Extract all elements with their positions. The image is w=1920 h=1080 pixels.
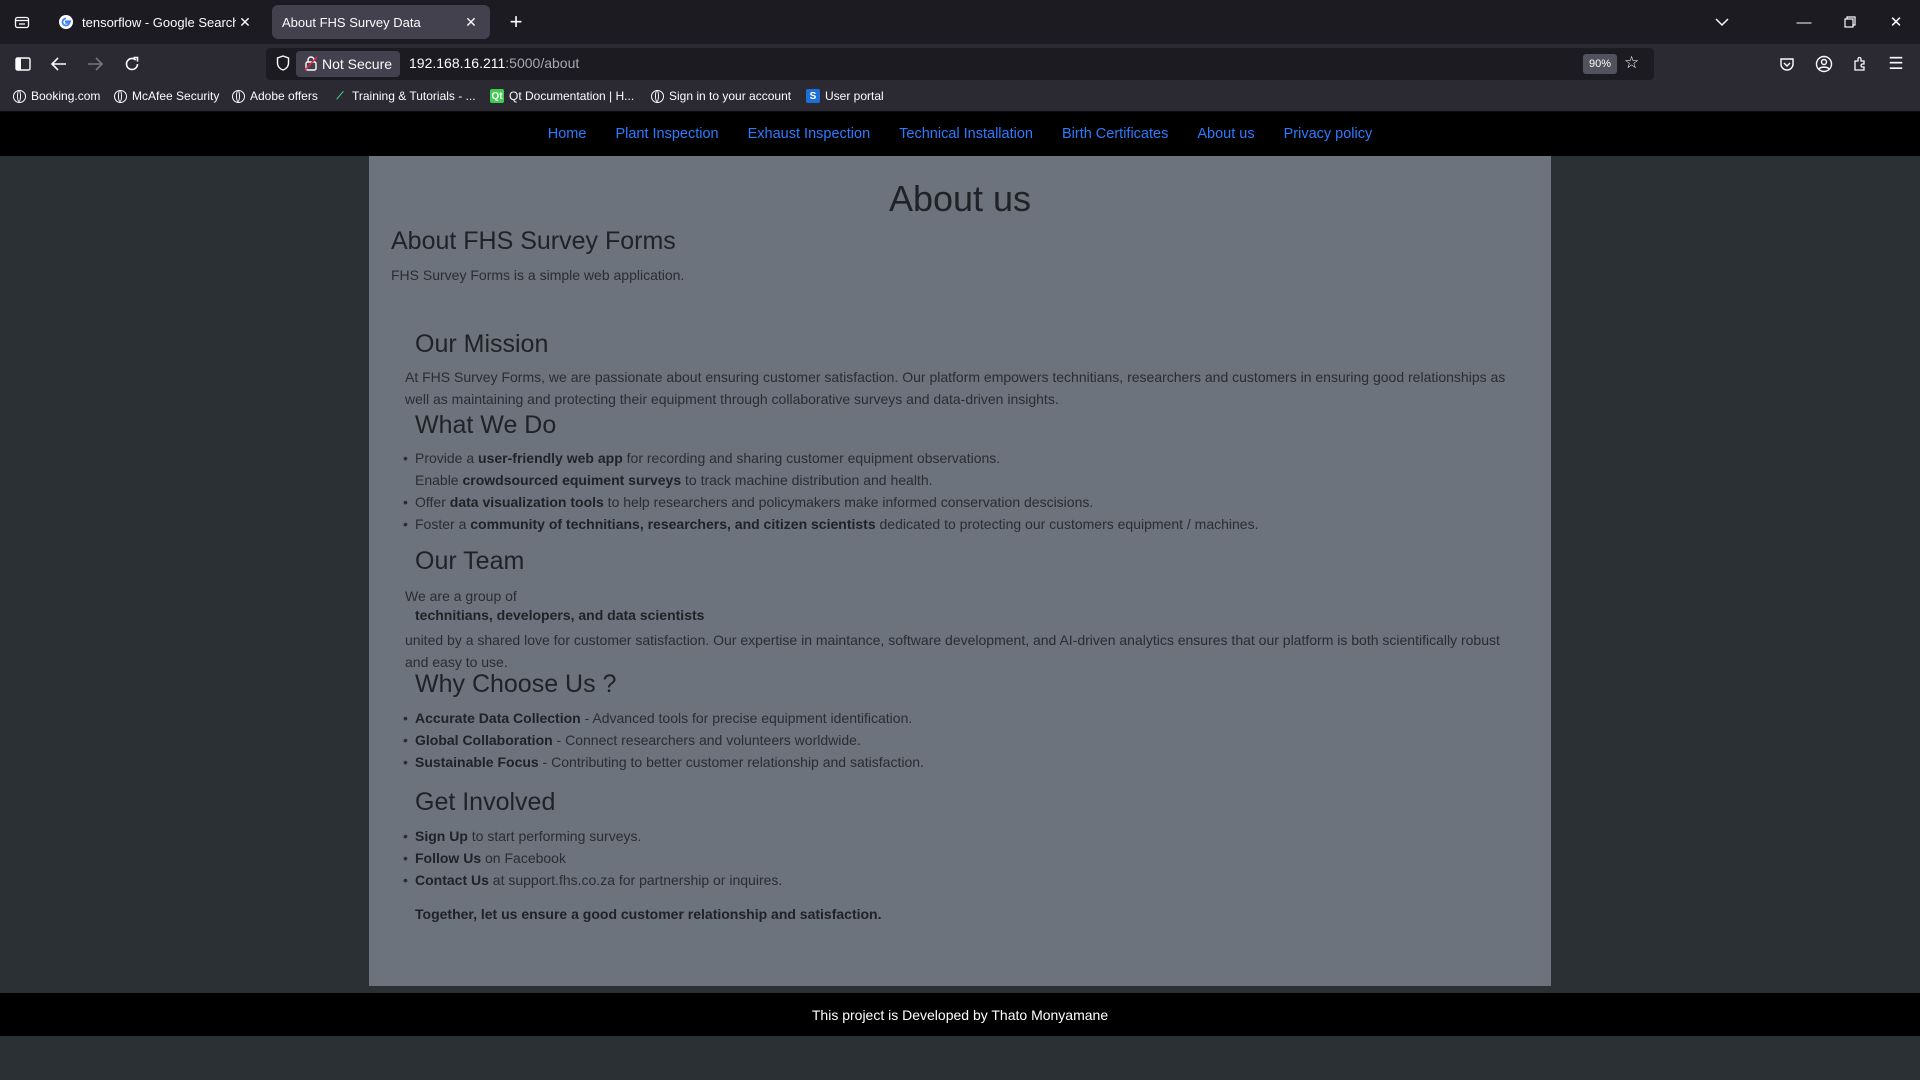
get-involved-heading: Get Involved: [415, 788, 556, 816]
zoom-level-badge[interactable]: 90%: [1583, 54, 1618, 74]
bookmark-user-portal[interactable]: S User portal: [806, 89, 884, 103]
globe-icon: [232, 89, 245, 103]
extensions-icon[interactable]: [1846, 50, 1874, 78]
globe-icon: [114, 89, 127, 103]
list-item: Offer data visualization tools to help r…: [403, 491, 1258, 513]
leaf-icon: ⟋: [336, 90, 344, 102]
bookmark-label: Qt Documentation | H...: [509, 89, 635, 103]
tab-list-icon[interactable]: [8, 8, 36, 36]
forward-icon[interactable]: [81, 50, 109, 78]
bookmark-training[interactable]: ⟋ Training & Tutorials - ...: [333, 89, 476, 103]
page-title: About us: [888, 178, 1032, 219]
tab-google-search[interactable]: tensorflow - Google Search ✕: [48, 5, 264, 39]
tab-about-fhs[interactable]: About FHS Survey Data ✕: [272, 5, 490, 39]
nav-link-exhaust-inspection[interactable]: Exhaust Inspection: [748, 126, 871, 142]
address-bar[interactable]: Not Secure 192.168.16.211:5000/about 90%…: [266, 48, 1654, 80]
tab-title: tensorflow - Google Search: [82, 14, 236, 30]
bookmark-label: Training & Tutorials - ...: [352, 89, 476, 103]
list-item: Sign Up to start performing surveys.: [403, 825, 782, 847]
url-text[interactable]: 192.168.16.211:5000/about: [409, 55, 579, 71]
tab-title: About FHS Survey Data: [282, 14, 421, 30]
about-content-panel: About us About FHS Survey Forms FHS Surv…: [369, 156, 1551, 986]
list-item: Sustainable Focus - Contributing to bett…: [403, 751, 924, 773]
nav-link-privacy-policy[interactable]: Privacy policy: [1284, 126, 1373, 142]
shield-icon[interactable]: [276, 55, 290, 74]
pocket-icon[interactable]: [1773, 50, 1801, 78]
sidebar-icon[interactable]: [9, 50, 37, 78]
new-tab-icon[interactable]: +: [502, 8, 530, 36]
bookmark-label: McAfee Security: [132, 89, 220, 103]
insecure-lock-icon: [304, 56, 318, 71]
team-bold-text: technitians, developers, and data scient…: [415, 607, 705, 623]
restore-icon[interactable]: [1830, 8, 1870, 36]
bookmark-star-icon[interactable]: ☆: [1624, 53, 1639, 73]
bookmark-adobe[interactable]: Adobe offers: [232, 89, 318, 103]
list-item: Provide a user-friendly web app for reco…: [403, 447, 1258, 469]
get-involved-list: Sign Up to start performing surveys. Fol…: [403, 825, 782, 891]
bookmark-sign-in[interactable]: Sign in to your account: [651, 89, 791, 103]
google-icon: [59, 15, 73, 29]
list-all-tabs-icon[interactable]: [1702, 8, 1742, 36]
mission-heading: Our Mission: [415, 330, 549, 358]
qt-icon: Qt: [490, 89, 504, 103]
bookmark-booking[interactable]: Booking.com: [13, 89, 100, 103]
why-heading: Why Choose Us ?: [415, 670, 617, 698]
list-item: Foster a community of technitians, resea…: [403, 513, 1258, 535]
browser-tab-bar: tensorflow - Google Search ✕ About FHS S…: [0, 0, 1920, 44]
url-path: :5000/about: [505, 55, 580, 71]
account-icon[interactable]: [1810, 50, 1838, 78]
list-item: Contact Us at support.fhs.co.za for part…: [403, 869, 782, 891]
security-label: Not Secure: [322, 56, 393, 72]
list-item: Accurate Data Collection - Advanced tool…: [403, 707, 924, 729]
team-line: We are a group of: [405, 588, 517, 604]
mission-text: At FHS Survey Forms, we are passionate a…: [405, 369, 1506, 407]
list-item: Follow Us on Facebook: [403, 847, 782, 869]
closing-statement: Together, let us ensure a good customer …: [415, 906, 882, 922]
bookmark-label: Sign in to your account: [669, 89, 792, 103]
reload-icon[interactable]: [118, 50, 146, 78]
nav-link-home[interactable]: Home: [548, 126, 587, 142]
close-window-icon[interactable]: ✕: [1876, 8, 1916, 36]
site-footer: This project is Developed by Thato Monya…: [0, 993, 1920, 1036]
globe-icon: [13, 89, 26, 103]
url-host: 192.168.16.211: [409, 55, 506, 71]
bookmark-label: User portal: [825, 89, 884, 103]
back-icon[interactable]: [45, 50, 73, 78]
bookmarks-toolbar: Booking.com McAfee Security Adobe offers…: [0, 84, 1920, 112]
bookmark-mcafee[interactable]: McAfee Security: [114, 89, 219, 103]
nav-link-birth-certificates[interactable]: Birth Certificates: [1062, 126, 1168, 142]
team-text: united by a shared love for customer sat…: [405, 632, 1500, 670]
site-navigation: Home Plant Inspection Exhaust Inspection…: [0, 112, 1920, 156]
nav-link-technical-installation[interactable]: Technical Installation: [899, 126, 1033, 142]
what-we-do-list: Provide a user-friendly web app for reco…: [403, 447, 1258, 535]
why-list: Accurate Data Collection - Advanced tool…: [403, 707, 924, 773]
close-tab-icon[interactable]: ✕: [462, 14, 480, 31]
nav-link-plant-inspection[interactable]: Plant Inspection: [615, 126, 718, 142]
page-subtitle: About FHS Survey Forms: [391, 227, 676, 255]
portal-icon: S: [806, 89, 820, 103]
intro-text: FHS Survey Forms is a simple web applica…: [391, 267, 685, 283]
globe-icon: [651, 89, 664, 103]
bookmark-label: Booking.com: [31, 89, 101, 103]
what-we-do-heading: What We Do: [415, 411, 557, 439]
list-item: Enable crowdsourced equiment surveys to …: [415, 472, 933, 488]
close-tab-icon[interactable]: ✕: [236, 14, 254, 31]
footer-text: This project is Developed by Thato Monya…: [811, 1006, 1109, 1023]
list-item: Global Collaboration - Connect researche…: [403, 729, 924, 751]
menu-icon[interactable]: ☰: [1882, 50, 1910, 78]
team-heading: Our Team: [415, 547, 525, 575]
nav-link-about-us[interactable]: About us: [1197, 126, 1254, 142]
not-secure-badge[interactable]: Not Secure: [296, 51, 401, 77]
bookmark-label: Adobe offers: [250, 89, 318, 103]
minimize-icon[interactable]: —: [1784, 8, 1824, 36]
browser-toolbar: Not Secure 192.168.16.211:5000/about 90%…: [0, 44, 1920, 84]
bookmark-qt-docs[interactable]: Qt Qt Documentation | H...: [490, 89, 634, 103]
